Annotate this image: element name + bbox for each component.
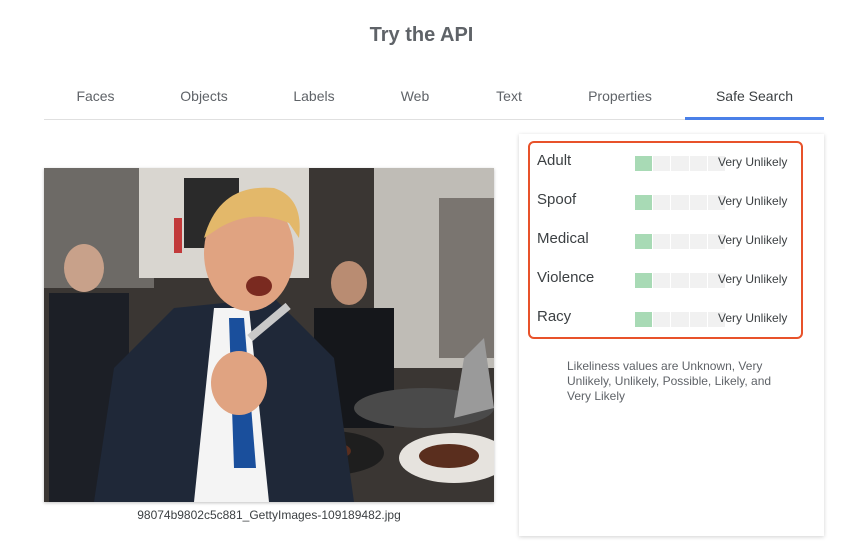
likelihood-meter — [635, 273, 726, 288]
row-label: Spoof — [537, 191, 577, 208]
tab-faces[interactable]: Faces — [44, 80, 147, 119]
meter-segment-empty — [653, 312, 671, 327]
meter-segment-empty — [653, 156, 671, 171]
meter-segment-empty — [653, 234, 671, 249]
meter-segment-empty — [653, 195, 671, 210]
row-label: Racy — [537, 308, 572, 325]
row-label: Adult — [537, 152, 572, 169]
likelihood-meter — [635, 234, 726, 249]
safe-search-row-medical: Medical Very Unlikely — [537, 228, 807, 252]
row-value: Very Unlikely — [718, 272, 788, 286]
meter-segment-filled — [635, 273, 653, 288]
likeliness-note: Likeliness values are Unknown, Very Unli… — [567, 359, 772, 403]
likelihood-meter — [635, 312, 726, 327]
row-value: Very Unlikely — [718, 311, 788, 325]
row-value: Very Unlikely — [718, 194, 788, 208]
tab-safe-search[interactable]: Safe Search — [685, 80, 824, 120]
uploaded-photo — [44, 168, 494, 502]
meter-segment-empty — [689, 273, 707, 288]
tab-labels[interactable]: Labels — [261, 80, 367, 119]
safe-search-row-violence: Violence Very Unlikely — [537, 267, 807, 291]
meter-segment-filled — [635, 195, 653, 210]
meter-segment-empty — [689, 234, 707, 249]
safe-search-row-racy: Racy Very Unlikely — [537, 306, 807, 330]
safe-search-panel: Adult Very Unlikely Spoof Very Unlikely … — [519, 134, 824, 536]
meter-segment-filled — [635, 234, 653, 249]
meter-segment-filled — [635, 156, 653, 171]
safe-search-row-adult: Adult Very Unlikely — [537, 150, 807, 174]
tab-properties[interactable]: Properties — [555, 80, 685, 119]
meter-segment-filled — [635, 312, 653, 327]
meter-segment-empty — [671, 273, 689, 288]
meter-segment-empty — [671, 156, 689, 171]
meter-segment-empty — [671, 195, 689, 210]
meter-segment-empty — [689, 156, 707, 171]
meter-segment-empty — [689, 312, 707, 327]
tab-web[interactable]: Web — [367, 80, 463, 119]
tab-text[interactable]: Text — [463, 80, 555, 119]
meter-segment-empty — [689, 195, 707, 210]
likelihood-meter — [635, 195, 726, 210]
meter-segment-empty — [671, 234, 689, 249]
safe-search-row-spoof: Spoof Very Unlikely — [537, 189, 807, 213]
likelihood-meter — [635, 156, 726, 171]
meter-segment-empty — [671, 312, 689, 327]
row-label: Medical — [537, 230, 589, 247]
row-value: Very Unlikely — [718, 233, 788, 247]
row-label: Violence — [537, 269, 595, 286]
tab-bar: Faces Objects Labels Web Text Properties… — [44, 80, 824, 120]
page-title: Try the API — [369, 24, 474, 46]
image-filename: 98074b9802c5c881_GettyImages-109189482.j… — [137, 508, 401, 522]
tab-objects[interactable]: Objects — [147, 80, 261, 119]
row-value: Very Unlikely — [718, 155, 788, 169]
meter-segment-empty — [653, 273, 671, 288]
